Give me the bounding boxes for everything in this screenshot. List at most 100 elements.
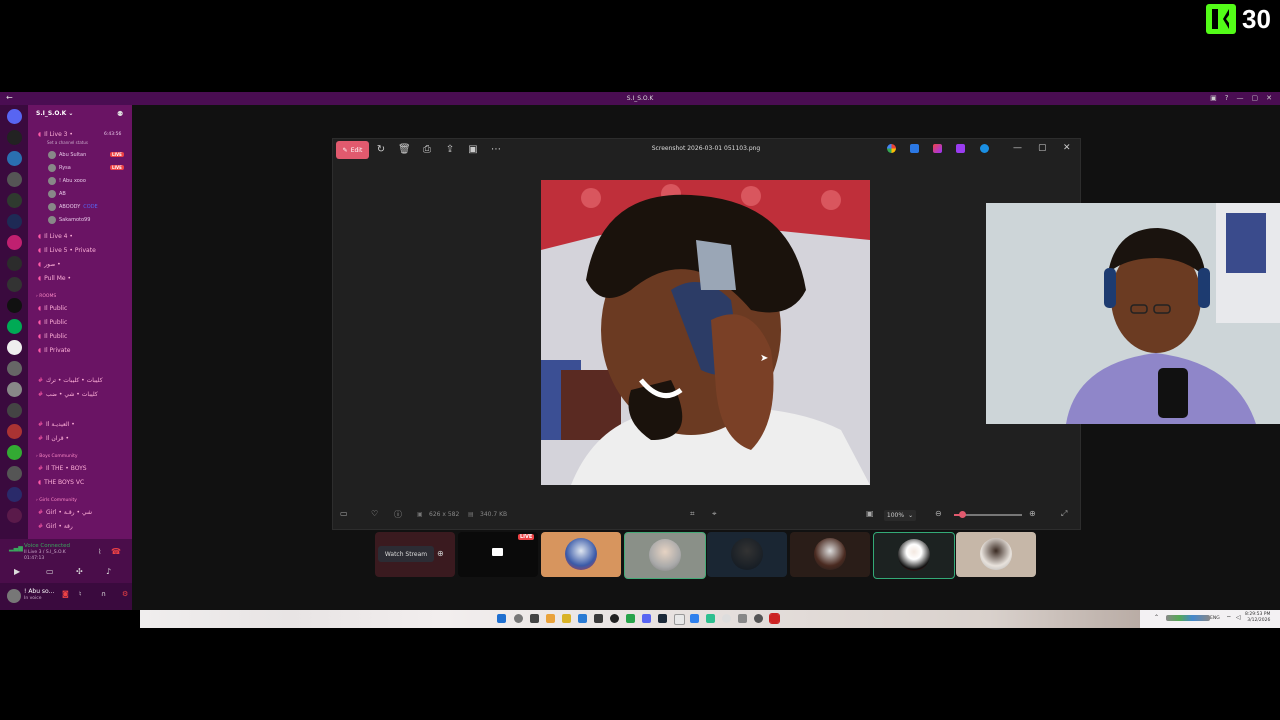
participant-tile[interactable] <box>873 532 955 579</box>
channel-item[interactable]: ◖ THE BOYS VC <box>38 479 84 486</box>
inbox-icon[interactable]: ▣ <box>1210 94 1217 102</box>
back-icon[interactable]: ← <box>6 93 13 102</box>
channel-item[interactable]: # Girl • شي • رقـة <box>38 509 92 516</box>
voice-user[interactable]: AB <box>48 190 66 198</box>
server-icon[interactable] <box>7 382 22 397</box>
channel-item[interactable]: ◖ Il Live 4 • <box>38 233 73 240</box>
task-view-icon[interactable] <box>530 614 539 623</box>
language-indicator[interactable]: ENG <box>1210 616 1220 621</box>
soundboard-icon[interactable]: ♪ <box>106 567 111 576</box>
avatar[interactable] <box>7 589 21 603</box>
file-explorer-icon[interactable] <box>546 614 555 623</box>
minimize-icon[interactable]: — <box>1237 94 1244 102</box>
channel-item[interactable]: # Il العيديـة • <box>38 421 75 428</box>
app-icon[interactable] <box>738 614 747 623</box>
edge-icon[interactable] <box>706 614 715 623</box>
server-icon[interactable] <box>7 193 22 208</box>
fit-to-window-icon[interactable]: ▣ <box>866 509 874 518</box>
slideshow-icon[interactable]: ▣ <box>467 144 479 156</box>
channel-item[interactable]: # Il قران • <box>38 435 69 442</box>
channel-status[interactable]: Set a channel status <box>47 140 88 145</box>
server-icon[interactable] <box>7 214 22 229</box>
designer-icon[interactable] <box>910 144 919 153</box>
rotate-icon[interactable]: ↻ <box>375 144 387 156</box>
add-member-icon[interactable]: ⚉ <box>117 110 123 118</box>
folder-icon[interactable] <box>562 614 571 623</box>
clipchamp-icon[interactable] <box>933 144 942 153</box>
popout-icon[interactable]: ⊕ <box>437 549 444 558</box>
zoom-in-icon[interactable]: ⊕ <box>1029 509 1036 518</box>
camera-off-icon[interactable]: ◙ <box>62 590 69 598</box>
maximize-icon[interactable]: ▢ <box>1252 94 1259 102</box>
settings-icon[interactable] <box>722 614 731 623</box>
clipchamp-video-icon[interactable] <box>956 144 965 153</box>
server-icon[interactable] <box>7 424 22 439</box>
watch-stream-button[interactable]: Watch Stream <box>378 546 434 562</box>
participant-tile[interactable] <box>541 532 621 577</box>
help-icon[interactable]: ? <box>1225 94 1229 102</box>
voice-user[interactable]: Sakamoto99 <box>48 216 90 224</box>
category-header[interactable]: › ROOMS <box>36 294 56 299</box>
info-icon[interactable]: ⓘ <box>394 509 402 520</box>
signal-icon[interactable]: ▂▄▆ <box>9 545 23 552</box>
close-icon[interactable]: ✕ <box>1063 143 1071 153</box>
server-icon[interactable] <box>7 256 22 271</box>
windows-start-icon[interactable] <box>497 614 506 623</box>
print-icon[interactable]: ⎙ <box>421 144 433 156</box>
onedrive-icon[interactable] <box>980 144 989 153</box>
zoom-dropdown[interactable]: 100% ⌄ <box>884 510 916 521</box>
camera-icon[interactable]: ▶ <box>14 567 20 576</box>
participant-tile[interactable] <box>624 532 706 579</box>
more-options-icon[interactable]: ⋯ <box>490 144 502 156</box>
category-header[interactable]: › Girls Community <box>36 498 77 503</box>
server-header[interactable]: S.I_S.O.K ⌄ <box>36 110 73 117</box>
server-icon[interactable] <box>7 151 22 166</box>
channel-item[interactable]: # كليبات • كليبات • ترك <box>38 377 103 384</box>
photos-icon[interactable] <box>690 614 699 623</box>
maximize-icon[interactable]: ▢ <box>1038 143 1047 153</box>
server-icon[interactable] <box>7 445 22 460</box>
participant-tile[interactable] <box>956 532 1036 577</box>
notepad-icon[interactable] <box>674 614 685 625</box>
chrome-icon[interactable] <box>887 144 896 153</box>
participant-tile[interactable] <box>790 532 870 577</box>
channel-item[interactable]: # Il THE • BOYS <box>38 465 87 472</box>
zoom-out-icon[interactable]: ⊖ <box>935 509 942 518</box>
clock[interactable]: 8:29:53 PM 3/12/2026 <box>1245 612 1270 623</box>
obs-icon[interactable] <box>610 614 619 623</box>
chrome-icon[interactable] <box>754 614 763 623</box>
server-icon[interactable] <box>7 466 22 481</box>
server-icon[interactable] <box>7 319 22 334</box>
channel-item[interactable]: ◖ Il Public <box>38 305 67 312</box>
channel-item[interactable]: ◖ Il Public <box>38 333 67 340</box>
channel-item[interactable]: ◖ Pull Me • <box>38 275 71 282</box>
chevron-up-icon[interactable]: ⌃ <box>1154 614 1159 621</box>
visual-search-icon[interactable]: ⌖ <box>712 509 717 519</box>
disconnect-icon[interactable]: ☎ <box>111 547 121 556</box>
share-icon[interactable]: ⇪ <box>444 144 456 156</box>
close-icon[interactable]: ✕ <box>1266 94 1272 102</box>
server-icon[interactable] <box>7 403 22 418</box>
user-name[interactable]: ! Abu so... <box>24 588 54 595</box>
app-icon[interactable] <box>594 614 603 623</box>
channel-item[interactable]: # كليبات • شي • ضب <box>38 391 98 398</box>
server-icon[interactable] <box>7 508 22 523</box>
activities-icon[interactable]: ✣ <box>76 567 83 576</box>
voice-user[interactable]: ! Abu xooo <box>48 177 86 185</box>
delete-icon[interactable]: 🗑 <box>398 144 411 156</box>
channel-item[interactable]: ◖ صور • <box>38 261 61 268</box>
server-icon[interactable] <box>7 109 22 124</box>
active-app-icon[interactable] <box>769 613 780 624</box>
category-header[interactable]: › Boys Community <box>36 454 78 459</box>
channel-item[interactable]: ◖ Il Public <box>38 319 67 326</box>
spotify-icon[interactable] <box>626 614 635 623</box>
voice-user[interactable]: Abu Sultan <box>48 151 86 159</box>
minimize-icon[interactable]: — <box>1013 143 1022 153</box>
channel-item[interactable]: ◖ Il Private <box>38 347 70 354</box>
voice-user[interactable]: ABOODY CODE <box>48 203 98 211</box>
server-icon[interactable] <box>7 235 22 250</box>
server-icon[interactable] <box>7 130 22 145</box>
volume-icon[interactable]: ◁ <box>1236 614 1241 621</box>
microphone-icon[interactable]: ♮ <box>79 590 82 598</box>
server-icon[interactable] <box>7 172 22 187</box>
